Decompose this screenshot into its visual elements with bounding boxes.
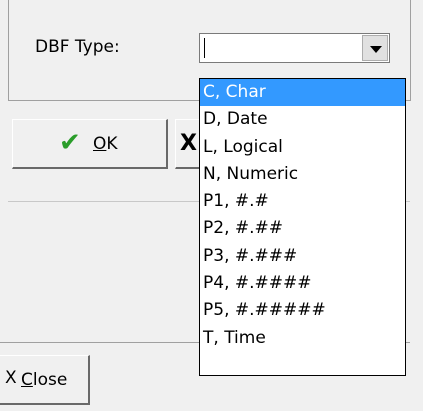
- text-caret: [204, 38, 205, 58]
- dropdown-item[interactable]: C, Char: [200, 79, 405, 107]
- dropdown-item[interactable]: P2, #.##: [200, 215, 405, 242]
- dropdown-item[interactable]: T, Time: [200, 325, 405, 352]
- dropdown-item[interactable]: P1, #.#: [200, 188, 405, 215]
- dropdown-item[interactable]: L, Logical: [200, 134, 405, 161]
- dropdown-item[interactable]: P4, #.####: [200, 270, 405, 297]
- dropdown-item[interactable]: N, Numeric: [200, 161, 405, 188]
- dropdown-item[interactable]: P3, #.###: [200, 243, 405, 270]
- dbf-type-label: DBF Type:: [35, 37, 120, 57]
- panel-divider: [8, 0, 9, 100]
- dbf-type-dropdown-list: C, Char D, Date L, Logical N, Numeric P1…: [199, 78, 406, 376]
- close-button-label: Close: [21, 370, 68, 390]
- dbf-type-combobox[interactable]: [199, 33, 390, 63]
- close-button[interactable]: X Close: [0, 355, 90, 405]
- close-icon: X: [5, 368, 17, 388]
- ok-button-label: OK: [93, 134, 118, 154]
- dropdown-item[interactable]: P5, #.#####: [200, 297, 405, 324]
- ok-button[interactable]: ✔ OK: [12, 119, 168, 169]
- dropdown-item[interactable]: D, Date: [200, 106, 405, 133]
- checkmark-icon: ✔: [59, 128, 81, 158]
- chevron-down-icon[interactable]: [362, 35, 388, 61]
- x-icon: X: [180, 131, 197, 156]
